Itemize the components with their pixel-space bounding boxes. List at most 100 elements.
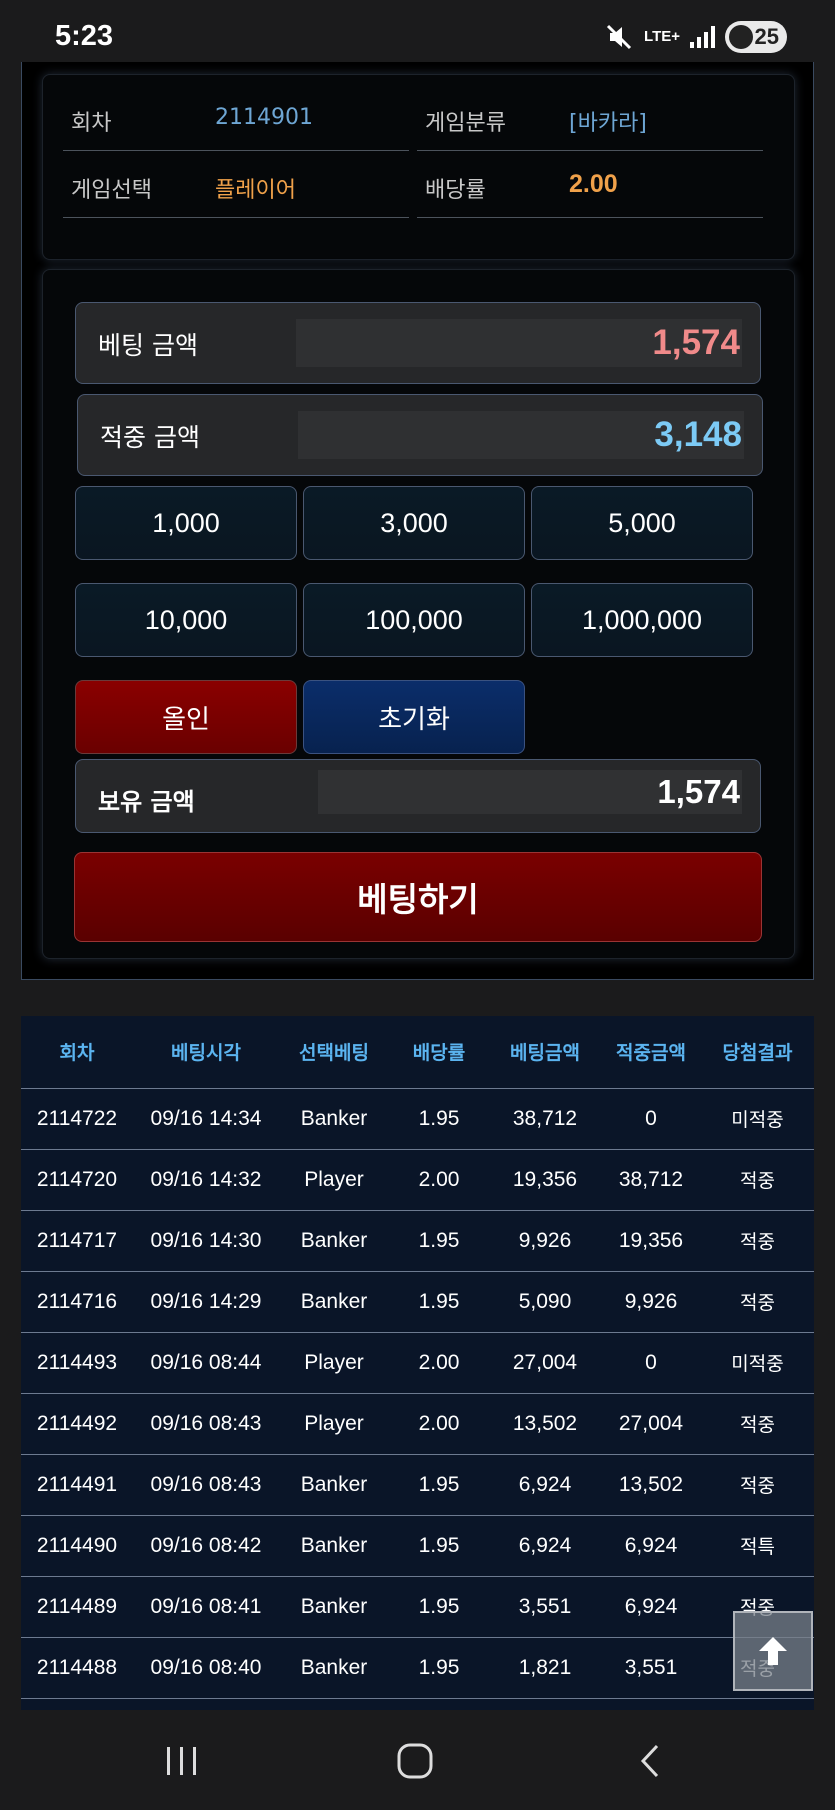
table-row: 2114717 09/16 14:30 Banker 1.95 9,926 19,356 적…	[21, 1210, 814, 1272]
category-cell: 게임분류 [바카라]	[417, 85, 763, 151]
recents-icon[interactable]	[157, 1738, 207, 1784]
bet-time-cell: 09/16 08:43	[133, 1393, 279, 1455]
round-cell: 2114490	[21, 1515, 133, 1577]
place-bet-button[interactable]: 베팅하기	[74, 852, 762, 942]
chip-1000000-button[interactable]: 1,000,000	[531, 583, 753, 657]
bet-amount-cell: 19,356	[489, 1149, 601, 1211]
bet-time-cell: 09/16 14:30	[133, 1210, 279, 1272]
reset-button[interactable]: 초기화	[303, 680, 525, 754]
back-icon[interactable]	[625, 1738, 675, 1784]
selection-cell: Banker	[279, 1637, 389, 1699]
table-row: 2114490 09/16 08:42 Banker 1.95 6,924 6,924 적특	[21, 1515, 814, 1577]
round-cell: 2114489	[21, 1576, 133, 1638]
table-row: 2114493 09/16 08:44 Player 2.00 27,004 0 미적중	[21, 1332, 814, 1394]
round-cell: 2114720	[21, 1149, 133, 1211]
selection-cell: Banker	[279, 1515, 389, 1577]
bet-time-cell: 09/16 14:32	[133, 1149, 279, 1211]
allin-button[interactable]: 올인	[75, 680, 297, 754]
scroll-top-button[interactable]	[733, 1611, 813, 1691]
win-amount-cell: 6,924	[601, 1576, 701, 1638]
bet-time-cell: 09/16 08:40	[133, 1637, 279, 1699]
system-nav-bar	[0, 1712, 835, 1810]
holding-amount-value: 1,574	[318, 770, 742, 814]
bet-amount-cell: 9,926	[489, 1210, 601, 1272]
bet-amount-row: 베팅 금액 1,574	[75, 302, 761, 384]
selection-cell: Banker	[279, 1271, 389, 1333]
odds-cell: 2.00	[389, 1149, 489, 1211]
bet-history-table: 회차 베팅시각 선택베팅 배당률 베팅금액 적중금액 당첨결과 2114722 0…	[21, 1016, 814, 1710]
selection-value: 플레이어	[215, 178, 296, 203]
round-label: 회차	[71, 111, 112, 136]
odds-cell: 1.95	[389, 1637, 489, 1699]
round-cell: 2114717	[21, 1210, 133, 1272]
col-odds: 배당률	[389, 1016, 489, 1089]
col-bet-time: 베팅시각	[133, 1016, 279, 1089]
round-cell: 2114716	[21, 1271, 133, 1333]
round-cell: 2114493	[21, 1332, 133, 1394]
odds-label: 배당률	[425, 178, 486, 203]
bet-amount-field[interactable]: 1,574	[296, 319, 742, 367]
win-amount-cell: 13,502	[601, 1454, 701, 1516]
battery-icon: 25	[725, 21, 787, 53]
bet-time-cell: 09/16 08:42	[133, 1515, 279, 1577]
selection-cell: Banker	[279, 1576, 389, 1638]
round-value: 2114901	[215, 105, 313, 130]
win-amount-cell: 27,004	[601, 1393, 701, 1455]
result-cell: 적중	[701, 1271, 814, 1333]
chip-5000-button[interactable]: 5,000	[531, 486, 753, 560]
col-result: 당첨결과	[701, 1016, 814, 1089]
bet-time-cell: 09/16 08:41	[133, 1576, 279, 1638]
odds-cell: 1.95	[389, 1088, 489, 1150]
table-row: 2114722 09/16 14:34 Banker 1.95 38,712 0 미적중	[21, 1088, 814, 1150]
chip-1000-button[interactable]: 1,000	[75, 486, 297, 560]
result-cell: 적중	[701, 1454, 814, 1516]
power-saving-icon	[729, 25, 753, 49]
odds-cell: 1.95	[389, 1576, 489, 1638]
table-row: 2114489 09/16 08:41 Banker 1.95 3,551 6,924 적중	[21, 1576, 814, 1638]
odds-cell: 1.95	[389, 1454, 489, 1516]
table-row: 211448809/16 08:40Banker1.951,8213,551적중	[21, 1637, 814, 1699]
win-amount-cell: 9,926	[601, 1271, 701, 1333]
win-amount-cell: 0	[601, 1088, 701, 1150]
win-amount-label: 적중 금액	[100, 423, 200, 452]
arrow-up-icon	[759, 1637, 787, 1665]
battery-level: 25	[754, 24, 779, 49]
round-cell: 2114491	[21, 1454, 133, 1516]
category-value: [바카라]	[569, 111, 647, 136]
bet-amount-cell: 38,712	[489, 1088, 601, 1150]
table-row: 2114720 09/16 14:32 Player 2.00 19,356 38,712…	[21, 1149, 814, 1211]
bet-amount-label: 베팅 금액	[98, 331, 198, 360]
win-amount-cell: 0	[601, 1332, 701, 1394]
signal-icon	[690, 26, 715, 48]
status-bar: 5:23 LTE+ 25	[0, 0, 835, 62]
odds-cell: 2.00	[389, 1393, 489, 1455]
win-amount-cell: 38,712	[601, 1149, 701, 1211]
selection-label: 게임선택	[71, 178, 152, 203]
col-round: 회차	[21, 1016, 133, 1089]
bet-time-cell: 09/16 08:44	[133, 1332, 279, 1394]
bet-amount-cell: 27,004	[489, 1332, 601, 1394]
table-row: 2114716 09/16 14:29 Banker 1.95 5,090 9,926 적중	[21, 1271, 814, 1333]
game-info-box: 회차 2114901 게임분류 [바카라] 게임선택 플레이어 배당률 2.00	[42, 74, 795, 260]
chip-100000-button[interactable]: 100,000	[303, 583, 525, 657]
odds-cell: 2.00	[389, 1332, 489, 1394]
result-cell: 적중	[701, 1149, 814, 1211]
bet-amount-cell: 1,821	[489, 1637, 601, 1699]
odds-value: 2.00	[569, 170, 618, 198]
selection-cell: Player	[279, 1332, 389, 1394]
home-icon[interactable]	[390, 1738, 440, 1784]
bet-amount-cell: 6,924	[489, 1515, 601, 1577]
col-win-amount: 적중금액	[601, 1016, 701, 1089]
selection-cell: 게임선택 플레이어	[63, 152, 409, 218]
round-cell: 회차 2114901	[63, 85, 409, 151]
result-cell: 적특	[701, 1515, 814, 1577]
chip-3000-button[interactable]: 3,000	[303, 486, 525, 560]
bet-amount-cell: 13,502	[489, 1393, 601, 1455]
status-icons: LTE+ 25	[604, 18, 787, 56]
bet-time-cell: 09/16 14:29	[133, 1271, 279, 1333]
odds-cell: 배당률 2.00	[417, 152, 763, 218]
table-row: 2114492 09/16 08:43 Player 2.00 13,502 27,004…	[21, 1393, 814, 1455]
chip-10000-button[interactable]: 10,000	[75, 583, 297, 657]
selection-cell: Player	[279, 1393, 389, 1455]
network-label: LTE+	[644, 28, 680, 45]
